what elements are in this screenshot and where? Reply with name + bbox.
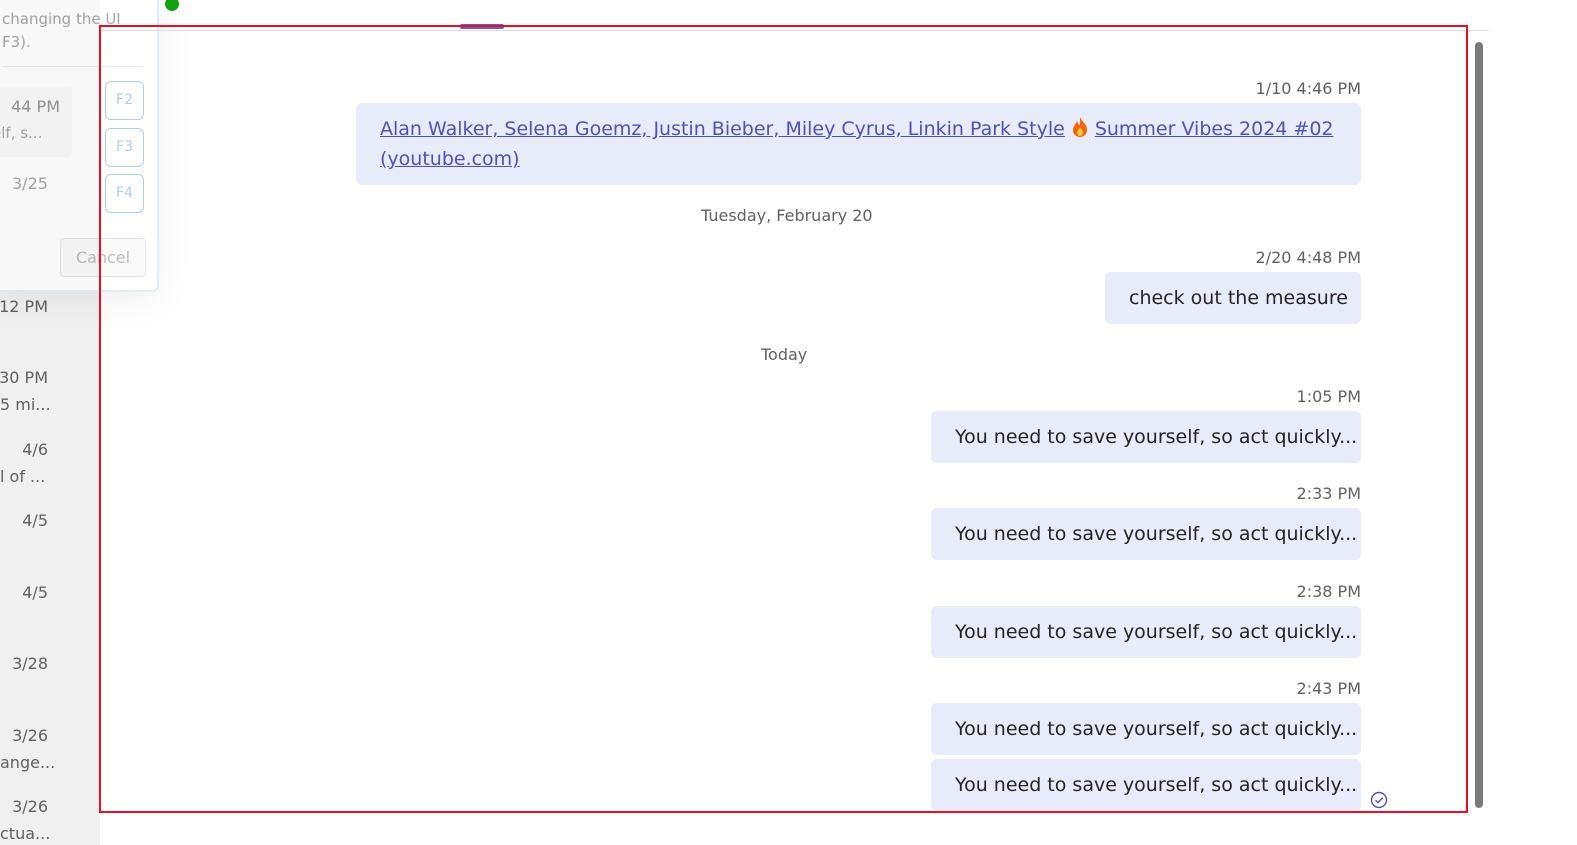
chat-list-item-preview: l of ... — [0, 467, 46, 486]
message-timestamp: 2:33 PM — [1296, 484, 1361, 503]
date-divider: Tuesday, February 20 — [701, 206, 873, 225]
message-bubble[interactable]: You need to save yourself, so act quickl… — [931, 703, 1361, 755]
message-bubble[interactable]: You need to save yourself, so act quickl… — [931, 411, 1361, 463]
link-text: Summer Vibes 2024 #02 — [1094, 118, 1334, 140]
youtube-link[interactable]: Alan Walker, Selena Goemz, Justin Bieber… — [380, 117, 1334, 170]
chat-list-item-preview: ctua... — [0, 824, 51, 843]
message-timestamp: 2:38 PM — [1296, 582, 1361, 601]
message-timestamp: 2:43 PM — [1296, 679, 1361, 698]
read-receipt-check-icon — [1370, 791, 1388, 809]
conversation-pane: 1/10 4:46 PM Alan Walker, Selena Goemz, … — [100, 30, 1470, 815]
link-text: (youtube.com) — [380, 148, 520, 170]
message-bubble[interactable]: check out the measure — [1105, 272, 1361, 324]
chat-list-item-time: 3/26 — [12, 797, 48, 816]
message-timestamp: 1/10 4:46 PM — [1255, 79, 1361, 98]
scrollbar-thumb[interactable] — [1475, 42, 1483, 808]
link-text: Alan Walker, Selena Goemz, Justin Bieber… — [380, 118, 1065, 140]
chat-list-item-preview: ange... — [0, 753, 56, 772]
dialog-date: 3/25 — [12, 174, 48, 193]
chat-list-item-preview: 5 mi... — [0, 395, 51, 414]
dialog-card-time: 44 PM — [11, 97, 60, 116]
dialog-description-line: changing the UI — [2, 10, 121, 28]
dialog-card-preview: elf, s... — [0, 124, 43, 142]
presence-available-icon — [163, 0, 181, 13]
chat-list-item-time: 4/5 — [22, 511, 48, 530]
message-timestamp: 2/20 4:48 PM — [1255, 248, 1361, 267]
message-bubble[interactable]: Alan Walker, Selena Goemz, Justin Bieber… — [356, 103, 1361, 185]
message-bubble[interactable]: You need to save yourself, so act quickl… — [931, 759, 1361, 811]
message-bubble[interactable]: You need to save yourself, so act quickl… — [931, 508, 1361, 560]
message-bubble[interactable]: You need to save yourself, so act quickl… — [931, 606, 1361, 658]
chat-list-item-time: 3/28 — [12, 654, 48, 673]
fire-emoji-icon — [1072, 117, 1087, 137]
message-timestamp: 1:05 PM — [1296, 387, 1361, 406]
chat-list-item-time: 12 PM — [0, 297, 48, 316]
active-tab-indicator — [460, 24, 504, 29]
date-divider: Today — [761, 345, 808, 364]
dialog-preview-card[interactable]: 44 PM elf, s... — [0, 87, 72, 157]
chat-list-item-time: 4/6 — [22, 440, 48, 459]
chat-list-item-time: 4/5 — [22, 583, 48, 602]
chat-list-item-time: 30 PM — [0, 368, 48, 387]
chat-list-item-time: 3/26 — [12, 726, 48, 745]
